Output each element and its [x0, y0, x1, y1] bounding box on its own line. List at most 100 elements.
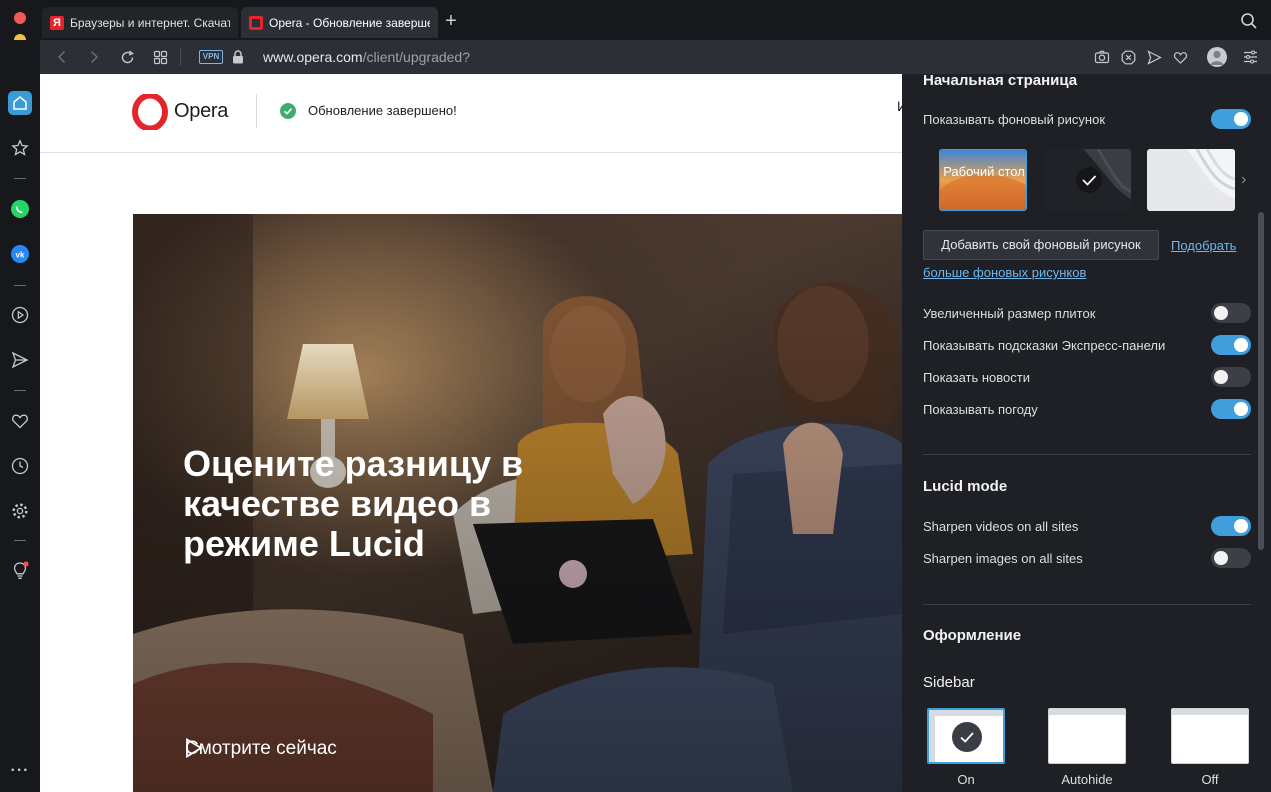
large-tiles-toggle[interactable]: [1211, 303, 1251, 323]
opera-favicon-icon: [249, 15, 263, 30]
heart-add-pinboard-icon[interactable]: [1171, 48, 1189, 66]
option-label: Sharpen images on all sites: [923, 551, 1083, 566]
show-background-label: Показывать фоновый рисунок: [923, 112, 1106, 127]
hero-title-line: качестве видео в: [183, 483, 492, 524]
sidebar-mode-autohide-thumb[interactable]: [1048, 708, 1126, 764]
wallpaper-dark-image: [1043, 149, 1131, 211]
easy-setup-menu-icon[interactable]: [1241, 48, 1259, 66]
show-background-toggle[interactable]: [1211, 109, 1251, 129]
wallpaper-desktop-label: Рабочий стол: [943, 164, 1025, 179]
speed-dial-home-icon[interactable]: [8, 91, 32, 115]
address-divider: [180, 48, 181, 66]
svg-text:vk: vk: [16, 251, 25, 260]
tabs-grid-icon[interactable]: [151, 48, 169, 66]
hero-title: Оцените разницу в качестве видео в режим…: [183, 444, 603, 564]
thumb-topbar: [929, 710, 1003, 716]
sidebar-mode-on-thumb[interactable]: [927, 708, 1005, 764]
sidebar-more-icon[interactable]: ···: [8, 759, 32, 783]
url-path: /client/upgraded?: [362, 49, 471, 65]
sidebar-mode-label: Autohide: [1061, 772, 1113, 787]
more-backgrounds-link-part2[interactable]: больше фоновых рисунков: [923, 265, 1086, 280]
option-label: Sharpen videos on all sites: [923, 519, 1079, 534]
toggle-knob: [1214, 306, 1228, 320]
wallpaper-light-thumb[interactable]: [1147, 149, 1235, 211]
sidebar-divider: [14, 178, 26, 179]
tab-bar: Я Браузеры и интернет. Скачать Opera - О…: [0, 0, 1271, 40]
snapshot-camera-icon[interactable]: [1093, 48, 1111, 66]
opera-wordmark[interactable]: Opera: [174, 100, 228, 123]
url-field[interactable]: www.opera.com/client/upgraded?: [263, 49, 470, 65]
more-backgrounds-link-part1[interactable]: Подобрать: [1171, 238, 1236, 253]
tab-opera-upgraded[interactable]: Opera - Обновление завершено: [241, 7, 438, 38]
new-tab-plus-icon[interactable]: +: [441, 11, 461, 31]
history-clock-icon[interactable]: [8, 454, 32, 478]
add-background-button[interactable]: Добавить свой фоновый рисунок: [923, 230, 1159, 260]
sidebar: vk ···: [0, 40, 40, 792]
option-label: Показать новости: [923, 370, 1030, 385]
tab-title: Браузеры и интернет. Скачать: [70, 15, 230, 30]
toggle-knob: [1234, 338, 1248, 352]
appearance-heading: Оформление: [923, 627, 1022, 644]
sidebar-divider: [14, 390, 26, 391]
forward-arrow-icon[interactable]: [85, 48, 103, 66]
my-flow-send-icon[interactable]: [8, 348, 32, 372]
url-host: www.opera.com: [263, 49, 363, 65]
opera-logo-icon[interactable]: [132, 94, 168, 130]
lucid-hero-banner[interactable]: Оцените разницу в качестве видео в режим…: [133, 214, 902, 792]
toggle-knob: [1234, 402, 1248, 416]
toggle-knob: [1234, 112, 1248, 126]
watch-now-label: Смотрите сейчас: [185, 738, 337, 759]
lock-icon[interactable]: [229, 48, 247, 66]
back-arrow-icon[interactable]: [53, 48, 71, 66]
tab-search-icon[interactable]: [1240, 12, 1258, 30]
thumb-sidebar: [929, 710, 935, 762]
sharpen-videos-toggle[interactable]: [1211, 516, 1251, 536]
sidebar-mode-label: On: [957, 772, 975, 787]
send-flow-icon[interactable]: [1145, 48, 1163, 66]
panel-scrollbar[interactable]: [1258, 212, 1264, 550]
sidebar-heading: Sidebar: [923, 674, 975, 691]
speed-dial-suggestions-toggle[interactable]: [1211, 335, 1251, 355]
section-divider: [923, 454, 1251, 455]
profile-avatar[interactable]: [1207, 47, 1227, 67]
player-icon[interactable]: [8, 303, 32, 327]
hero-title-line: Оцените разницу в: [183, 443, 524, 484]
sidebar-divider: [14, 285, 26, 286]
whatsapp-icon[interactable]: [8, 197, 32, 221]
pinboards-heart-icon[interactable]: [8, 409, 32, 433]
thumb-topbar: [1172, 709, 1248, 715]
show-weather-toggle[interactable]: [1211, 399, 1251, 419]
option-label: Показывать подсказки Экспресс-панели: [923, 338, 1166, 353]
wallpaper-desktop-image: [940, 150, 1026, 210]
show-news-toggle[interactable]: [1211, 367, 1251, 387]
vk-icon[interactable]: vk: [8, 242, 32, 266]
tab-yandex[interactable]: Я Браузеры и интернет. Скачать: [42, 7, 238, 38]
option-label: Показывать погоду: [923, 402, 1038, 417]
adblock-shield-icon[interactable]: [1119, 48, 1137, 66]
hero-title-prefix: режиме: [183, 523, 329, 564]
section-divider: [923, 604, 1251, 605]
toggle-knob: [1234, 519, 1248, 533]
web-page: Opera Обновление завершено! И: [40, 74, 902, 792]
wallpaper-light-image: [1147, 149, 1235, 211]
toggle-knob: [1214, 370, 1228, 384]
sidebar-divider: [14, 540, 26, 541]
lucid-mode-heading: Lucid mode: [923, 478, 1008, 495]
play-icon: [186, 738, 203, 758]
wallpaper-desktop-thumb[interactable]: Рабочий стол: [939, 149, 1027, 211]
wallpaper-dark-thumb[interactable]: [1043, 149, 1131, 211]
bookmarks-star-icon[interactable]: [8, 136, 32, 160]
vpn-badge[interactable]: VPN: [199, 50, 223, 64]
wallpaper-next-chevron-icon[interactable]: ›: [1241, 171, 1253, 188]
watch-now-button[interactable]: Смотрите сейчас: [185, 738, 337, 760]
sidebar-mode-off-thumb[interactable]: [1171, 708, 1249, 764]
window-close-button[interactable]: [14, 12, 26, 24]
sharpen-images-toggle[interactable]: [1211, 548, 1251, 568]
settings-gear-icon[interactable]: [8, 499, 32, 523]
reload-icon[interactable]: [118, 48, 136, 66]
easy-setup-panel: Начальная страница Показывать фоновый ри…: [902, 74, 1271, 792]
hero-title-line: режиме Lucid: [183, 524, 603, 564]
tips-lightbulb-icon[interactable]: [8, 559, 32, 583]
address-bar: VPN www.opera.com/client/upgraded?: [40, 40, 1271, 74]
update-status: Обновление завершено!: [308, 103, 457, 118]
